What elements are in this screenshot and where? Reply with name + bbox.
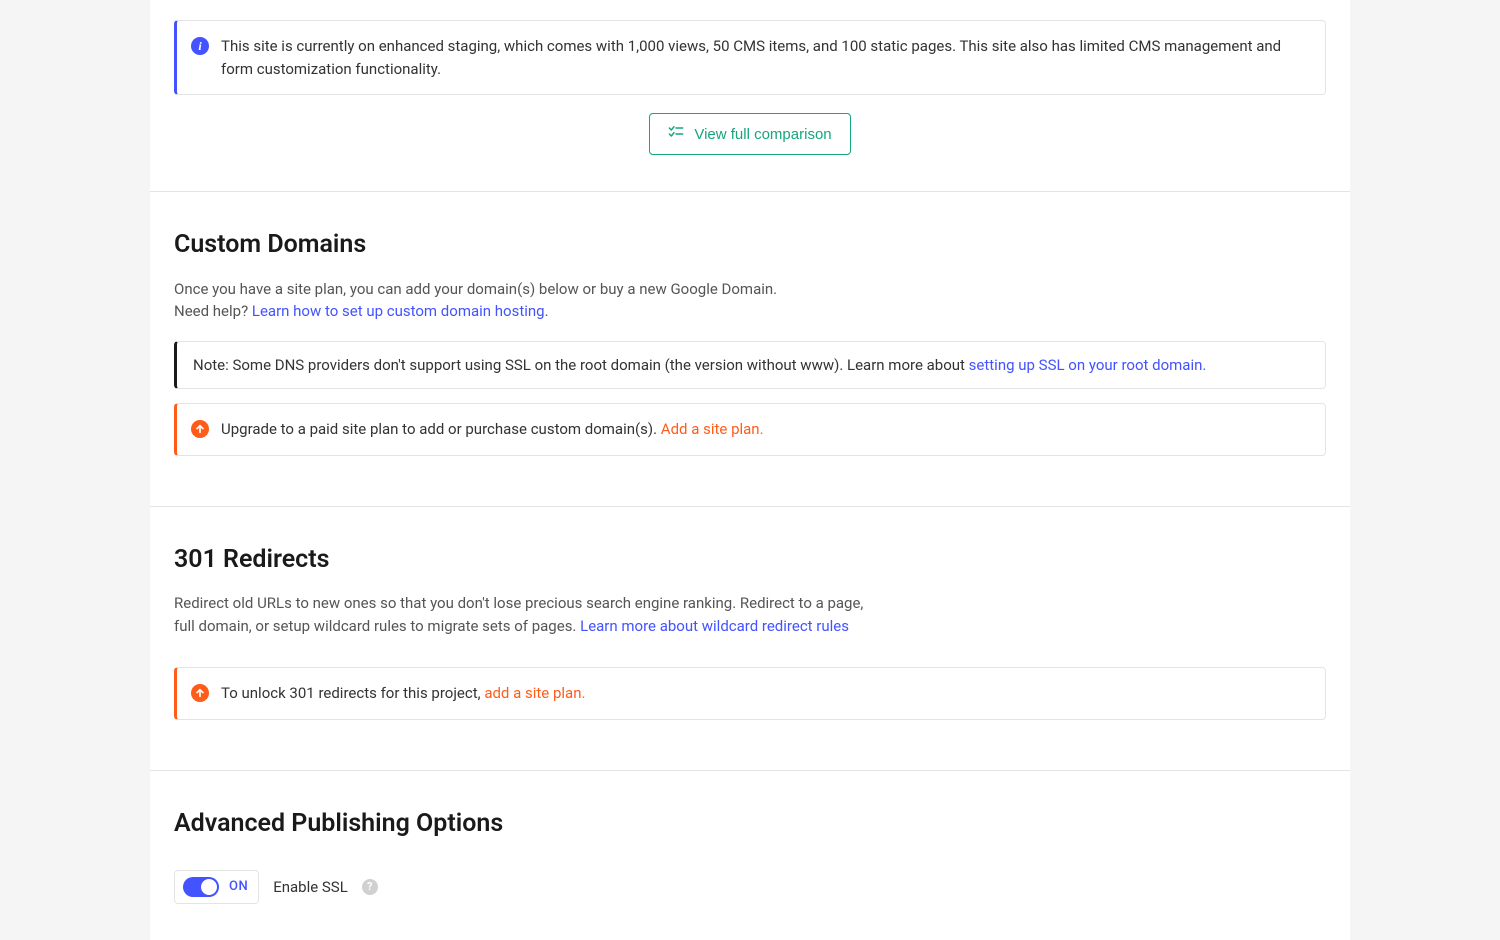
checklist-icon (668, 124, 684, 144)
toggle-state-label: ON (229, 877, 248, 897)
upgrade-icon (191, 420, 209, 438)
ssl-note-pre: Note: Some DNS providers don't support u… (193, 356, 969, 374)
custom-domains-title: Custom Domains (174, 226, 1326, 264)
add-site-plan-link[interactable]: Add a site plan. (661, 420, 764, 438)
upgrade-domains-alert: Upgrade to a paid site plan to add or pu… (174, 403, 1326, 456)
toggle-thumb (201, 879, 217, 895)
staging-info-text: This site is currently on enhanced stagi… (221, 35, 1309, 80)
help-icon[interactable]: ? (362, 879, 378, 895)
unlock-redirects-alert: To unlock 301 redirects for this project… (174, 667, 1326, 720)
staging-info-alert: i This site is currently on enhanced sta… (174, 20, 1326, 95)
redirects-desc: Redirect old URLs to new ones so that yo… (174, 592, 874, 637)
custom-domains-desc-line2-post: . (545, 302, 549, 320)
ssl-root-domain-link[interactable]: setting up SSL on your root domain. (969, 356, 1207, 374)
custom-domains-desc: Once you have a site plan, you can add y… (174, 278, 874, 323)
custom-domains-section: Custom Domains Once you have a site plan… (150, 226, 1350, 507)
custom-domains-desc-line1: Once you have a site plan, you can add y… (174, 280, 777, 298)
toggle-track[interactable] (183, 877, 219, 897)
unlock-redirects-text: To unlock 301 redirects for this project… (221, 682, 585, 705)
enable-ssl-label: Enable SSL (273, 876, 348, 899)
settings-panel: i This site is currently on enhanced sta… (150, 0, 1350, 940)
enable-ssl-toggle[interactable]: ON (174, 870, 259, 904)
custom-domains-desc-line2-pre: Need help? (174, 302, 252, 320)
site-plan-section: i This site is currently on enhanced sta… (150, 0, 1350, 192)
upgrade-icon (191, 684, 209, 702)
compare-button-label: View full comparison (694, 126, 831, 143)
ssl-root-note-alert: Note: Some DNS providers don't support u… (174, 341, 1326, 390)
ssl-root-note-text: Note: Some DNS providers don't support u… (193, 354, 1206, 377)
enable-ssl-row: ON Enable SSL ? (174, 870, 1326, 904)
upgrade-pre: Upgrade to a paid site plan to add or pu… (221, 420, 661, 438)
upgrade-domains-text: Upgrade to a paid site plan to add or pu… (221, 418, 764, 441)
advanced-publishing-section: Advanced Publishing Options ON Enable SS… (150, 805, 1350, 940)
unlock-pre: To unlock 301 redirects for this project… (221, 684, 484, 702)
view-full-comparison-button[interactable]: View full comparison (649, 113, 850, 155)
add-site-plan-redirects-link[interactable]: add a site plan. (484, 684, 585, 702)
redirects-section: 301 Redirects Redirect old URLs to new o… (150, 541, 1350, 771)
redirects-title: 301 Redirects (174, 541, 1326, 579)
info-icon: i (191, 37, 209, 55)
learn-custom-domain-link[interactable]: Learn how to set up custom domain hostin… (252, 302, 545, 320)
wildcard-redirect-link[interactable]: Learn more about wildcard redirect rules (580, 617, 849, 635)
advanced-title: Advanced Publishing Options (174, 805, 1326, 843)
